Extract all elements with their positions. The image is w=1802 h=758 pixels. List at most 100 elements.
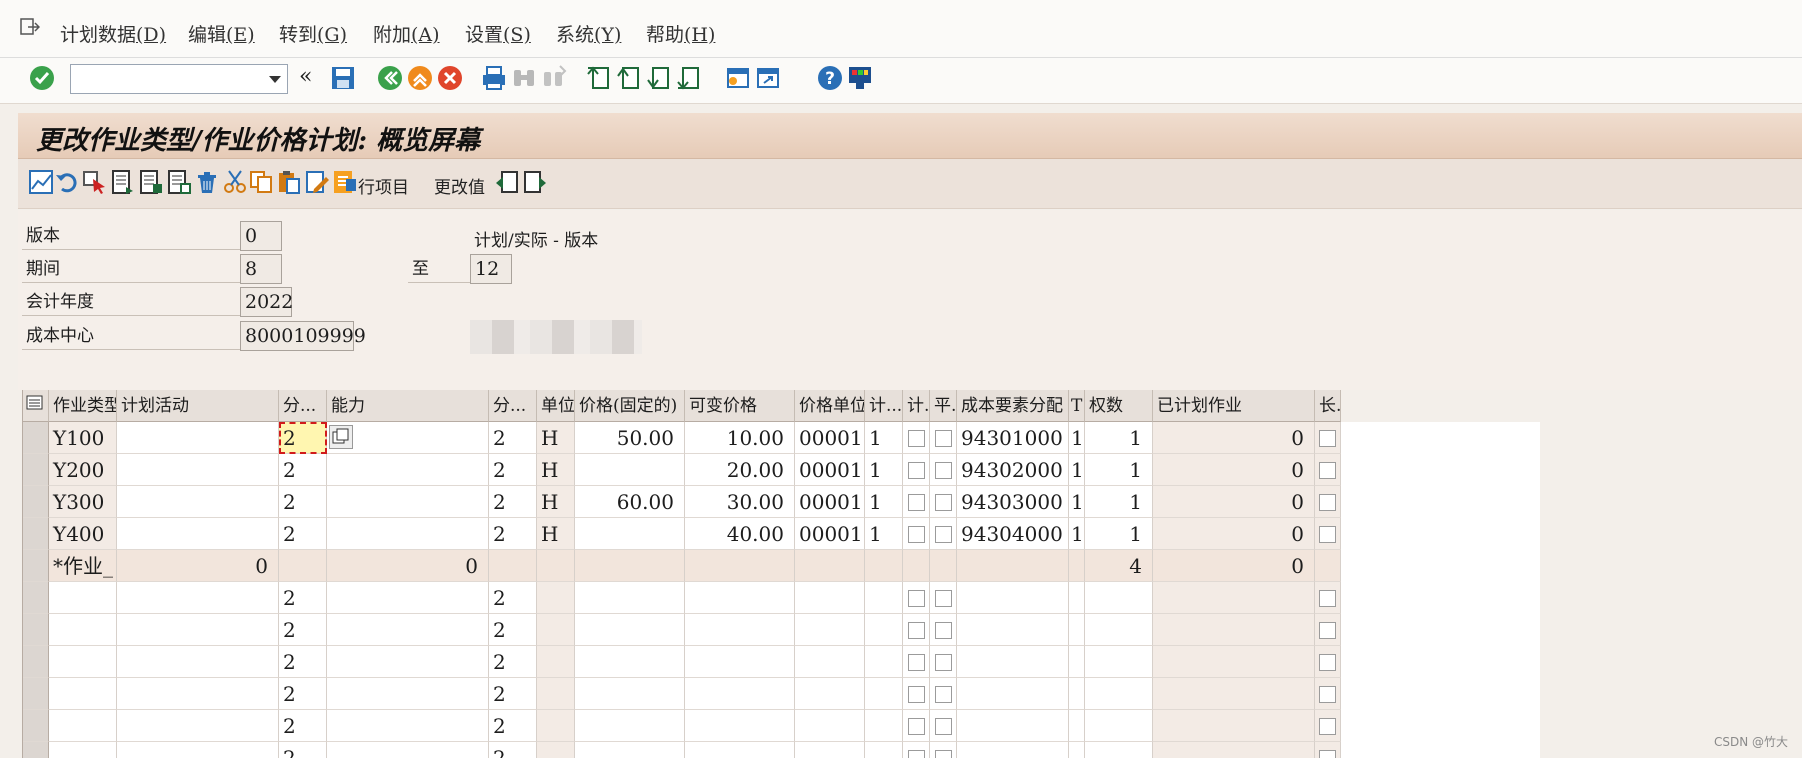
- distribution-2-cell[interactable]: 2: [489, 614, 537, 646]
- cost-element-cell[interactable]: [957, 646, 1069, 678]
- fixed-price-cell[interactable]: [575, 710, 685, 742]
- price-unit-cell[interactable]: 00001: [795, 422, 865, 454]
- select-block-icon[interactable]: [110, 169, 136, 195]
- plan-flag-checkbox[interactable]: [903, 582, 930, 614]
- next-entry-icon[interactable]: [522, 169, 548, 195]
- capacity-cell[interactable]: [327, 614, 489, 646]
- row-selector[interactable]: [23, 582, 49, 614]
- help-icon[interactable]: ?: [816, 64, 844, 92]
- t-cell[interactable]: [1069, 582, 1085, 614]
- col-header-t[interactable]: T: [1069, 390, 1085, 422]
- activity-type-input[interactable]: [49, 742, 117, 758]
- col-header-scheduled-activity[interactable]: 已计划作业: [1153, 390, 1315, 422]
- copy-icon[interactable]: [248, 169, 274, 195]
- t-cell[interactable]: 1: [1069, 486, 1085, 518]
- average-flag-checkbox[interactable]: [930, 422, 957, 454]
- distribution-1-cell[interactable]: 2: [279, 422, 327, 454]
- deselect-all-icon[interactable]: [166, 169, 192, 195]
- row-selector[interactable]: [23, 422, 49, 454]
- capacity-cell[interactable]: [327, 646, 489, 678]
- distribution-1-cell[interactable]: 2: [279, 646, 327, 678]
- find-icon[interactable]: [510, 64, 538, 92]
- change-value-button[interactable]: 更改值: [434, 173, 485, 198]
- chevron-down-icon[interactable]: [269, 76, 281, 83]
- weight-cell[interactable]: [1085, 614, 1153, 646]
- activity-type-input[interactable]: [49, 582, 117, 614]
- find-next-icon[interactable]: [540, 64, 568, 92]
- variable-price-cell[interactable]: 40.00: [685, 518, 795, 550]
- plan-flag-checkbox[interactable]: [903, 710, 930, 742]
- back-icon[interactable]: [376, 64, 404, 92]
- capacity-cell[interactable]: [327, 710, 489, 742]
- cost-element-cell[interactable]: 94304000: [957, 518, 1069, 550]
- average-flag-checkbox[interactable]: [930, 614, 957, 646]
- row-selector[interactable]: [23, 614, 49, 646]
- menu-edit[interactable]: 编辑(E): [188, 20, 255, 47]
- plan-flag-checkbox[interactable]: [903, 422, 930, 454]
- row-selector[interactable]: [23, 518, 49, 550]
- save-icon[interactable]: [329, 64, 357, 92]
- average-flag-checkbox[interactable]: [930, 582, 957, 614]
- fixed-price-cell[interactable]: [575, 742, 685, 758]
- price-indicator-cell[interactable]: 1: [865, 518, 903, 550]
- price-unit-cell[interactable]: 00001: [795, 486, 865, 518]
- price-unit-cell[interactable]: [795, 614, 865, 646]
- weight-cell[interactable]: [1085, 710, 1153, 742]
- col-header-weight[interactable]: 权数: [1085, 390, 1153, 422]
- variable-price-cell[interactable]: 30.00: [685, 486, 795, 518]
- col-header-price-indicator[interactable]: 计...: [865, 390, 903, 422]
- price-indicator-cell[interactable]: 1: [865, 454, 903, 486]
- fixed-price-cell[interactable]: [575, 678, 685, 710]
- average-flag-checkbox[interactable]: [930, 454, 957, 486]
- price-unit-cell[interactable]: [795, 742, 865, 758]
- cost-element-cell[interactable]: [957, 614, 1069, 646]
- row-selector[interactable]: [23, 678, 49, 710]
- price-indicator-cell[interactable]: [865, 614, 903, 646]
- col-header-unit[interactable]: 单位: [537, 390, 575, 422]
- weight-cell[interactable]: 1: [1085, 486, 1153, 518]
- variable-price-cell[interactable]: [685, 710, 795, 742]
- customize-layout-icon[interactable]: [846, 64, 874, 92]
- create-session-icon[interactable]: [724, 64, 752, 92]
- plan-flag-checkbox[interactable]: [903, 454, 930, 486]
- plan-flag-checkbox[interactable]: [903, 678, 930, 710]
- graphic-icon[interactable]: [28, 169, 54, 195]
- col-header-capacity[interactable]: 能力: [327, 390, 489, 422]
- plan-flag-checkbox[interactable]: [903, 518, 930, 550]
- plan-flag-checkbox[interactable]: [903, 742, 930, 758]
- average-flag-checkbox[interactable]: [930, 710, 957, 742]
- table-settings-icon[interactable]: [23, 390, 49, 422]
- cost-element-cell[interactable]: [957, 582, 1069, 614]
- fixed-price-cell[interactable]: [575, 614, 685, 646]
- plan-activity-cell[interactable]: [117, 614, 279, 646]
- col-header-distribution-2[interactable]: 分...: [489, 390, 537, 422]
- variable-price-cell[interactable]: [685, 614, 795, 646]
- cancel-icon[interactable]: [436, 64, 464, 92]
- distribution-2-cell[interactable]: 2: [489, 710, 537, 742]
- variable-price-cell[interactable]: [685, 582, 795, 614]
- version-field[interactable]: 0: [240, 221, 282, 251]
- price-indicator-cell[interactable]: 1: [865, 422, 903, 454]
- average-flag-checkbox[interactable]: [930, 486, 957, 518]
- select-all-icon[interactable]: [138, 169, 164, 195]
- col-header-plan-activity[interactable]: 计划活动: [117, 390, 279, 422]
- long-text-checkbox[interactable]: [1315, 710, 1341, 742]
- average-flag-checkbox[interactable]: [930, 518, 957, 550]
- activity-type-input[interactable]: [49, 710, 117, 742]
- price-unit-cell[interactable]: [795, 710, 865, 742]
- exit-icon[interactable]: [406, 64, 434, 92]
- edit-icon[interactable]: [304, 169, 330, 195]
- delete-icon[interactable]: [194, 169, 220, 195]
- average-flag-checkbox[interactable]: [930, 742, 957, 758]
- price-unit-cell[interactable]: 00001: [795, 454, 865, 486]
- col-header-price-unit[interactable]: 价格单位: [795, 390, 865, 422]
- weight-cell[interactable]: 1: [1085, 454, 1153, 486]
- long-text-checkbox[interactable]: [1315, 742, 1341, 758]
- distribution-1-cell[interactable]: 2: [279, 518, 327, 550]
- distribution-2-cell[interactable]: 2: [489, 582, 537, 614]
- value-help-icon[interactable]: [329, 425, 353, 449]
- period-from-field[interactable]: 8: [240, 254, 282, 284]
- menu-goto[interactable]: 转到(G): [279, 20, 347, 47]
- fixed-price-cell[interactable]: [575, 454, 685, 486]
- variable-price-cell[interactable]: [685, 646, 795, 678]
